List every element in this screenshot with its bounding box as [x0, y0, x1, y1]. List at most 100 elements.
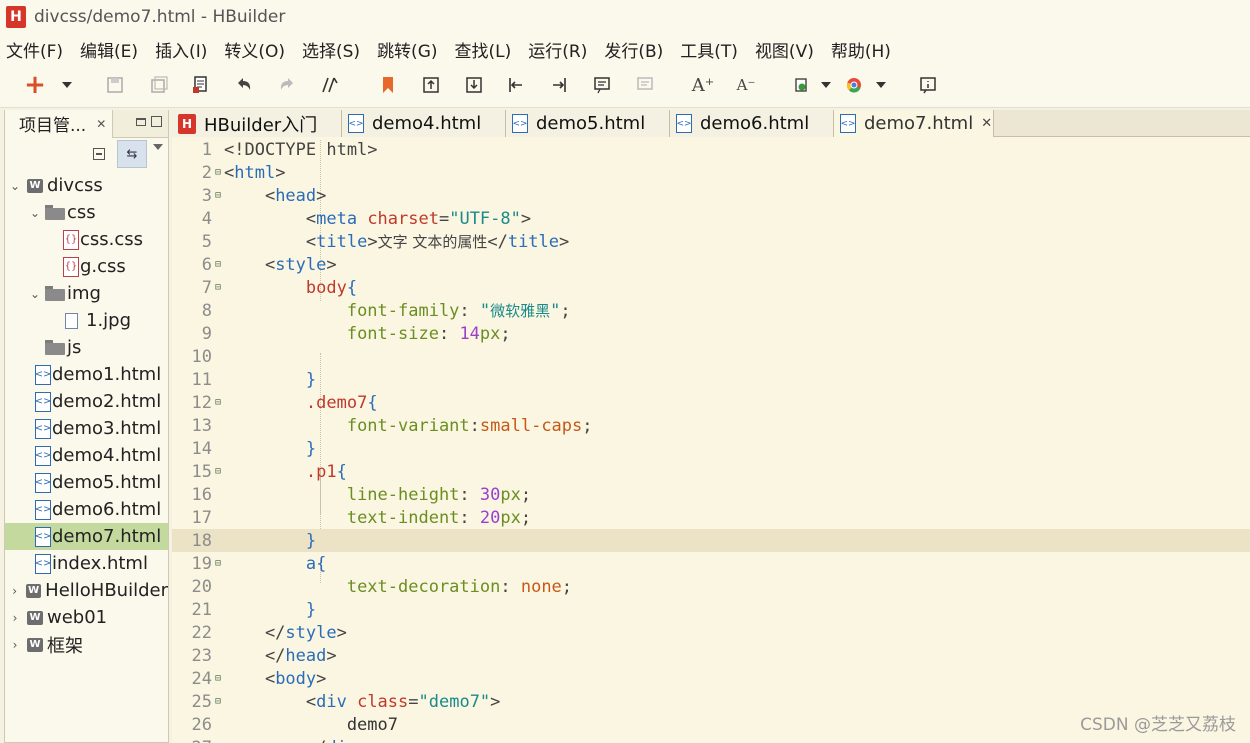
print-icon[interactable] [190, 74, 212, 96]
fold-icon[interactable]: ⊟ [212, 558, 224, 569]
bookmark-icon[interactable] [377, 74, 399, 96]
go-to-icon[interactable] [420, 74, 442, 96]
fold-icon[interactable]: ⊟ [212, 696, 224, 707]
code-line[interactable]: 19 ⊟ a{ [172, 552, 1250, 575]
code-line[interactable]: 3 ⊟ <head> [172, 184, 1250, 207]
goto-end-icon[interactable] [548, 74, 570, 96]
view-menu-icon[interactable] [153, 144, 163, 150]
info-icon[interactable] [917, 74, 939, 96]
menu-item[interactable]: 帮助(H) [829, 37, 893, 62]
goto-start-icon[interactable] [505, 74, 527, 96]
fold-icon[interactable]: ⊟ [212, 466, 224, 477]
maximize-icon[interactable] [151, 116, 162, 127]
editor-tab[interactable]: <> demo5.html [506, 110, 670, 137]
tree-item[interactable]: {} g.css [5, 253, 168, 280]
run-icon[interactable] [790, 74, 812, 96]
menu-item[interactable]: 工具(T) [678, 37, 740, 62]
tree-item[interactable]: ⌄ css [5, 199, 168, 226]
editor-tab[interactable]: <> demo4.html [342, 110, 506, 137]
tree-item[interactable]: <> demo4.html [5, 442, 168, 469]
code-line[interactable]: 13 font-variant:small-caps; [172, 414, 1250, 437]
code-line[interactable]: 2 ⊟ <html> [172, 161, 1250, 184]
save-icon[interactable] [104, 74, 126, 96]
menu-item[interactable]: 跳转(G) [375, 37, 439, 62]
code-line[interactable]: 14 } [172, 437, 1250, 460]
chrome-icon[interactable] [843, 74, 865, 96]
code-line[interactable]: 24 ⊟ <body> [172, 667, 1250, 690]
tree-item[interactable]: <> index.html [5, 550, 168, 577]
menu-item[interactable]: 插入(I) [153, 37, 209, 62]
chevron-right-icon[interactable]: › [9, 584, 20, 598]
tree-item[interactable]: 1.jpg [5, 307, 168, 334]
code-line[interactable]: 4 <meta charset="UTF-8"> [172, 207, 1250, 230]
project-panel-tab[interactable]: 项目管... ✕ [5, 109, 114, 138]
tree-item[interactable]: <> demo7.html [5, 523, 168, 550]
tree-item[interactable]: › W HelloHBuilder [5, 577, 168, 604]
code-line[interactable]: 16 line-height: 30px; [172, 483, 1250, 506]
menu-item[interactable]: 运行(R) [526, 37, 589, 62]
menu-item[interactable]: 转义(O) [222, 37, 287, 62]
run-dropdown-icon[interactable] [821, 82, 831, 88]
editor-tab[interactable]: <> demo6.html [670, 110, 834, 137]
menu-item[interactable]: 发行(B) [602, 37, 665, 62]
undo-icon[interactable] [233, 74, 255, 96]
code-line[interactable]: 9 font-size: 14px; [172, 322, 1250, 345]
tree-item[interactable]: <> demo1.html [5, 361, 168, 388]
code-line[interactable]: 1 <!DOCTYPE html> [172, 138, 1250, 161]
code-line[interactable]: 22 </style> [172, 621, 1250, 644]
close-icon[interactable]: ✕ [96, 117, 106, 131]
tree-item[interactable]: {} css.css [5, 226, 168, 253]
fold-icon[interactable]: ⊟ [212, 167, 224, 178]
font-smaller-icon[interactable]: A⁻ [735, 74, 757, 96]
fold-icon[interactable]: ⊟ [212, 190, 224, 201]
download-icon[interactable] [463, 74, 485, 96]
code-line[interactable]: 27 </div> [172, 736, 1250, 743]
menu-item[interactable]: 选择(S) [300, 37, 362, 62]
minimize-icon[interactable] [136, 118, 146, 126]
browser-dropdown-icon[interactable] [876, 82, 886, 88]
code-line[interactable]: 12 ⊟ .demo7{ [172, 391, 1250, 414]
code-line[interactable]: 5 <title>文字 文本的属性</title> [172, 230, 1250, 253]
tree-item[interactable]: <> demo2.html [5, 388, 168, 415]
chevron-right-icon[interactable]: › [9, 638, 21, 652]
chevron-down-icon[interactable]: ⌄ [9, 179, 21, 193]
fold-icon[interactable]: ⊟ [212, 397, 224, 408]
menu-item[interactable]: 编辑(E) [78, 37, 140, 62]
collapse-all-icon[interactable] [93, 148, 105, 160]
uncomment-icon[interactable] [634, 74, 656, 96]
font-larger-icon[interactable]: A⁺ [692, 74, 715, 96]
tree-item[interactable]: › Wweb01 [5, 604, 168, 631]
tree-item[interactable]: <> demo5.html [5, 469, 168, 496]
link-with-editor-icon[interactable]: ⇆ [117, 140, 147, 168]
menu-item[interactable]: 查找(L) [453, 37, 514, 62]
editor-tab[interactable]: <> demo7.html ✕ [834, 110, 994, 137]
fold-icon[interactable]: ⊟ [212, 282, 224, 293]
code-editor[interactable]: 1 <!DOCTYPE html> 2 ⊟ <html> 3 ⊟ <head> 4 <meta… [172, 138, 1250, 743]
code-line[interactable]: 23 </head> [172, 644, 1250, 667]
fold-icon[interactable]: ⊟ [212, 673, 224, 684]
close-tab-icon[interactable]: ✕ [981, 116, 992, 131]
redo-icon[interactable] [276, 74, 298, 96]
code-line[interactable]: 18 } [172, 529, 1250, 552]
new-dropdown-icon[interactable] [62, 82, 72, 88]
chevron-down-icon[interactable]: ⌄ [29, 287, 41, 301]
new-icon[interactable]: + [24, 70, 46, 100]
save-all-icon[interactable] [148, 74, 170, 96]
code-line[interactable]: 20 text-decoration: none; [172, 575, 1250, 598]
code-line[interactable]: 15 ⊟ .p1{ [172, 460, 1250, 483]
format-icon[interactable] [319, 74, 341, 96]
code-line[interactable]: 8 font-family: "微软雅黑"; [172, 299, 1250, 322]
tree-item[interactable]: ⌄ img [5, 280, 168, 307]
menu-item[interactable]: 文件(F) [4, 37, 65, 62]
code-line[interactable]: 6 ⊟ <style> [172, 253, 1250, 276]
fold-icon[interactable]: ⊟ [212, 259, 224, 270]
tree-item[interactable]: <> demo3.html [5, 415, 168, 442]
code-line[interactable]: 21 } [172, 598, 1250, 621]
code-line[interactable]: 11 } [172, 368, 1250, 391]
tree-item[interactable]: js [5, 334, 168, 361]
chevron-down-icon[interactable]: ⌄ [29, 206, 41, 220]
comment-icon[interactable] [591, 74, 613, 96]
editor-tab[interactable]: H HBuilder入门 [172, 110, 342, 137]
menu-item[interactable]: 视图(V) [753, 37, 816, 62]
tree-item[interactable]: <> demo6.html [5, 496, 168, 523]
